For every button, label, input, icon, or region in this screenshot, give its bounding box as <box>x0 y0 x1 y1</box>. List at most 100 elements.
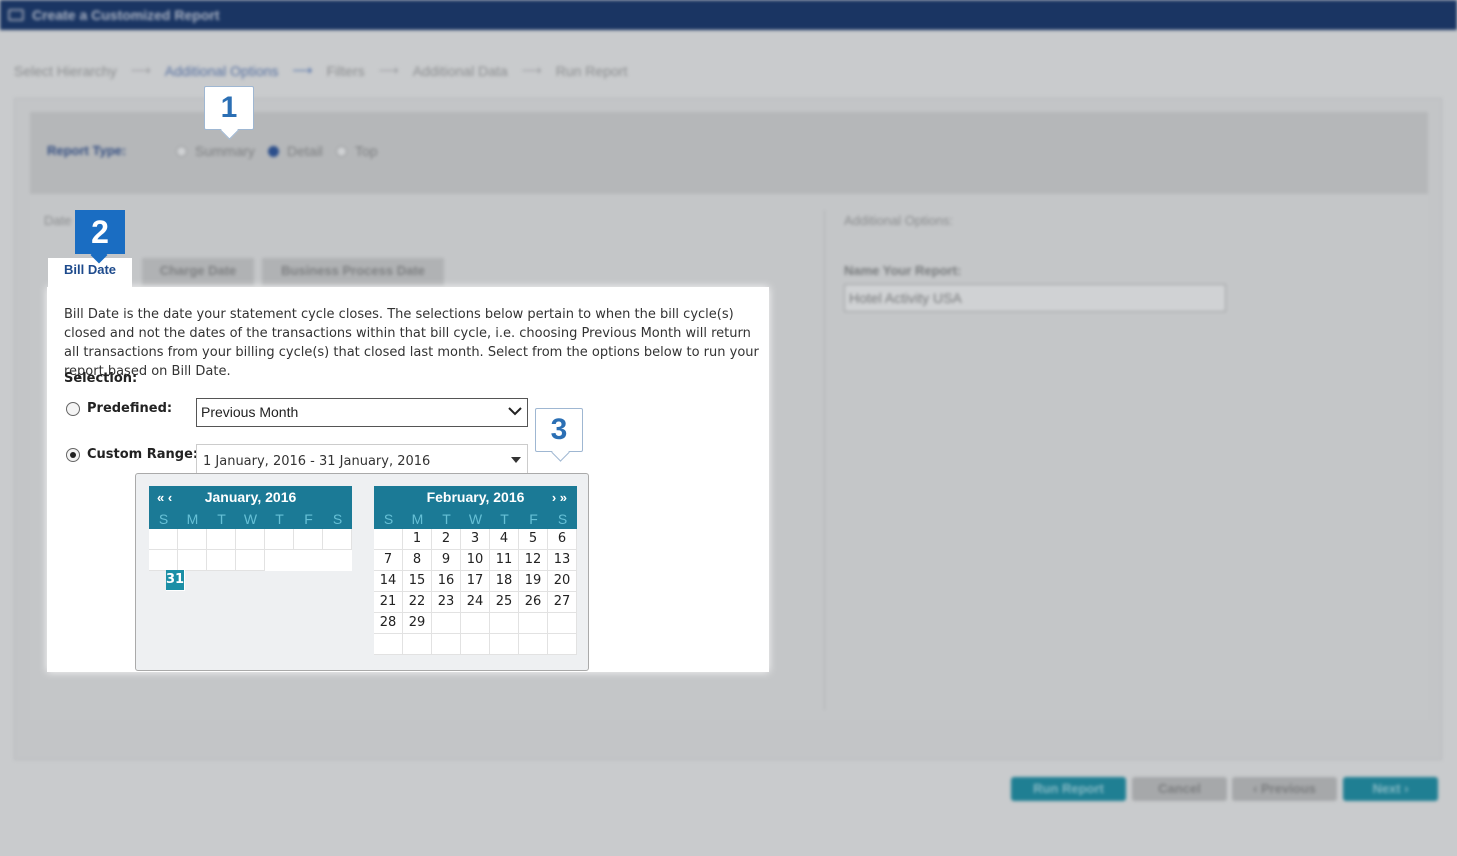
calendar-header: « ‹ January, 2016 <box>149 486 352 509</box>
breadcrumb-step-select-hierarchy[interactable]: Select Hierarchy <box>14 63 117 79</box>
tab-bill-date[interactable]: Bill Date <box>48 258 132 290</box>
calendar-day[interactable]: 29 <box>403 613 432 634</box>
radio-selected-icon[interactable] <box>268 145 279 157</box>
calendar-day[interactable]: 6 <box>548 529 577 550</box>
weekday-label: T <box>500 511 509 527</box>
calendar-empty-cell <box>490 613 519 634</box>
calendar-day[interactable]: 25 <box>490 592 519 613</box>
report-type-detail[interactable]: Detail <box>268 143 323 159</box>
breadcrumb-step-additional-options[interactable]: Additional Options <box>165 63 279 79</box>
breadcrumb-step-run-report[interactable]: Run Report <box>556 63 628 79</box>
calendar-empty-cell <box>519 634 548 655</box>
weekday-label: M <box>411 511 424 527</box>
run-report-button[interactable]: Run Report <box>1011 777 1126 801</box>
tab-charge-date[interactable]: Charge Date <box>142 258 254 286</box>
tab-business-process-date[interactable]: Business Process Date <box>262 258 444 286</box>
calendar-day[interactable]: 14 <box>374 571 403 592</box>
calendar-day[interactable]: 10 <box>461 550 490 571</box>
calendar-empty-cell <box>323 529 352 550</box>
previous-month-button[interactable]: « ‹ <box>157 486 172 509</box>
calendar-day[interactable]: 5 <box>519 529 548 550</box>
calendar-day[interactable]: 13 <box>548 550 577 571</box>
calendar-day[interactable]: 23 <box>432 592 461 613</box>
calendar-empty-cell <box>548 634 577 655</box>
breadcrumb: Select Hierarchy ⟶ Additional Options ⟶ … <box>14 62 627 79</box>
calendar-day[interactable]: 7 <box>374 550 403 571</box>
weekday-label: S <box>158 511 169 527</box>
custom-range-value: 1 January, 2016 - 31 January, 2016 <box>203 454 431 469</box>
calendar-day[interactable]: 22 <box>403 592 432 613</box>
calendar-day[interactable]: 21 <box>374 592 403 613</box>
weekday-label: S <box>383 511 394 527</box>
window-title-bar: Create a Customized Report <box>0 0 1457 30</box>
calendar-empty-cell <box>432 634 461 655</box>
calendar-day-grid: 1234567891011121314151617181920212223242… <box>374 529 577 655</box>
report-type-summary[interactable]: Summary <box>176 143 255 159</box>
weekday-row: SMTWTFS <box>374 509 577 529</box>
custom-range-dropdown[interactable]: 1 January, 2016 - 31 January, 2016 <box>196 444 528 474</box>
breadcrumb-step-additional-data[interactable]: Additional Data <box>413 63 508 79</box>
calendar-empty-cell <box>432 613 461 634</box>
calendar-day[interactable]: 27 <box>548 592 577 613</box>
calendar-day[interactable]: 16 <box>432 571 461 592</box>
predefined-dropdown[interactable]: Previous Month <box>196 398 528 427</box>
previous-button[interactable]: ‹ Previous <box>1232 777 1337 801</box>
calendar-day[interactable]: 17 <box>461 571 490 592</box>
additional-options-label: Additional Options: <box>844 213 954 228</box>
calendar-day[interactable]: 26 <box>519 592 548 613</box>
weekday-label: S <box>332 511 343 527</box>
calendar-empty-cell <box>236 550 265 571</box>
calendar-day[interactable]: 1 <box>403 529 432 550</box>
callout-badge-3: 3 <box>535 408 583 452</box>
chevron-down-icon <box>508 407 522 416</box>
name-report-label: Name Your Report: <box>844 263 962 278</box>
calendar-day[interactable]: 31 <box>166 570 186 591</box>
calendar-empty-cell <box>207 529 236 550</box>
calendar-day[interactable]: 8 <box>403 550 432 571</box>
calendar-day[interactable]: 12 <box>519 550 548 571</box>
calendar-day[interactable]: 9 <box>432 550 461 571</box>
calendar-day-grid: 1234567891011121314151617181920212223242… <box>149 529 352 591</box>
calendar-empty-cell <box>236 529 265 550</box>
bill-date-panel: Bill Date is the date your statement cyc… <box>47 287 769 672</box>
weekday-label: T <box>217 511 226 527</box>
weekday-label: M <box>186 511 199 527</box>
radio-selected-icon[interactable] <box>66 447 80 462</box>
calendar-day[interactable]: 20 <box>548 571 577 592</box>
calendar-empty-cell <box>265 529 294 550</box>
calendar-month-title: January, 2016 <box>204 489 297 505</box>
calendar-empty-cell <box>374 529 403 550</box>
report-type-label: Report Type: <box>47 143 127 158</box>
calendar-day[interactable]: 18 <box>490 571 519 592</box>
custom-range-option[interactable]: Custom Range: <box>66 447 198 462</box>
calendar-day[interactable]: 24 <box>461 592 490 613</box>
calendar-day[interactable]: 11 <box>490 550 519 571</box>
calendar-day[interactable]: 3 <box>461 529 490 550</box>
bill-date-description: Bill Date is the date your statement cyc… <box>64 307 759 379</box>
cancel-button[interactable]: Cancel <box>1132 777 1227 801</box>
breadcrumb-step-filters[interactable]: Filters <box>327 63 365 79</box>
date-section-label: Date <box>44 213 72 228</box>
calendar-empty-cell <box>294 529 323 550</box>
radio-icon[interactable] <box>336 145 347 157</box>
window-title: Create a Customized Report <box>32 7 220 23</box>
predefined-option[interactable]: Predefined: <box>66 401 172 416</box>
calendar-empty-cell <box>178 550 207 571</box>
weekday-label: W <box>468 511 483 527</box>
next-month-button[interactable]: › » <box>552 486 567 509</box>
report-name-input[interactable]: Hotel Activity USA <box>844 284 1226 312</box>
arrow-right-icon: ⟶ <box>130 62 151 78</box>
calendar-day[interactable]: 15 <box>403 571 432 592</box>
calendar-day[interactable]: 2 <box>432 529 461 550</box>
calendar-day[interactable]: 19 <box>519 571 548 592</box>
calendar-january: « ‹ January, 2016 S M T W T F S 12345678910111… <box>149 486 352 591</box>
calendar-day[interactable]: 28 <box>374 613 403 634</box>
radio-icon[interactable] <box>176 145 187 157</box>
calendar-empty-cell <box>207 550 236 571</box>
report-type-top[interactable]: Top <box>336 143 378 159</box>
calendar-day[interactable]: 4 <box>490 529 519 550</box>
next-button[interactable]: Next › <box>1343 777 1438 801</box>
calendar-empty-cell <box>548 613 577 634</box>
weekday-label: W <box>243 511 258 527</box>
radio-icon[interactable] <box>66 401 80 416</box>
